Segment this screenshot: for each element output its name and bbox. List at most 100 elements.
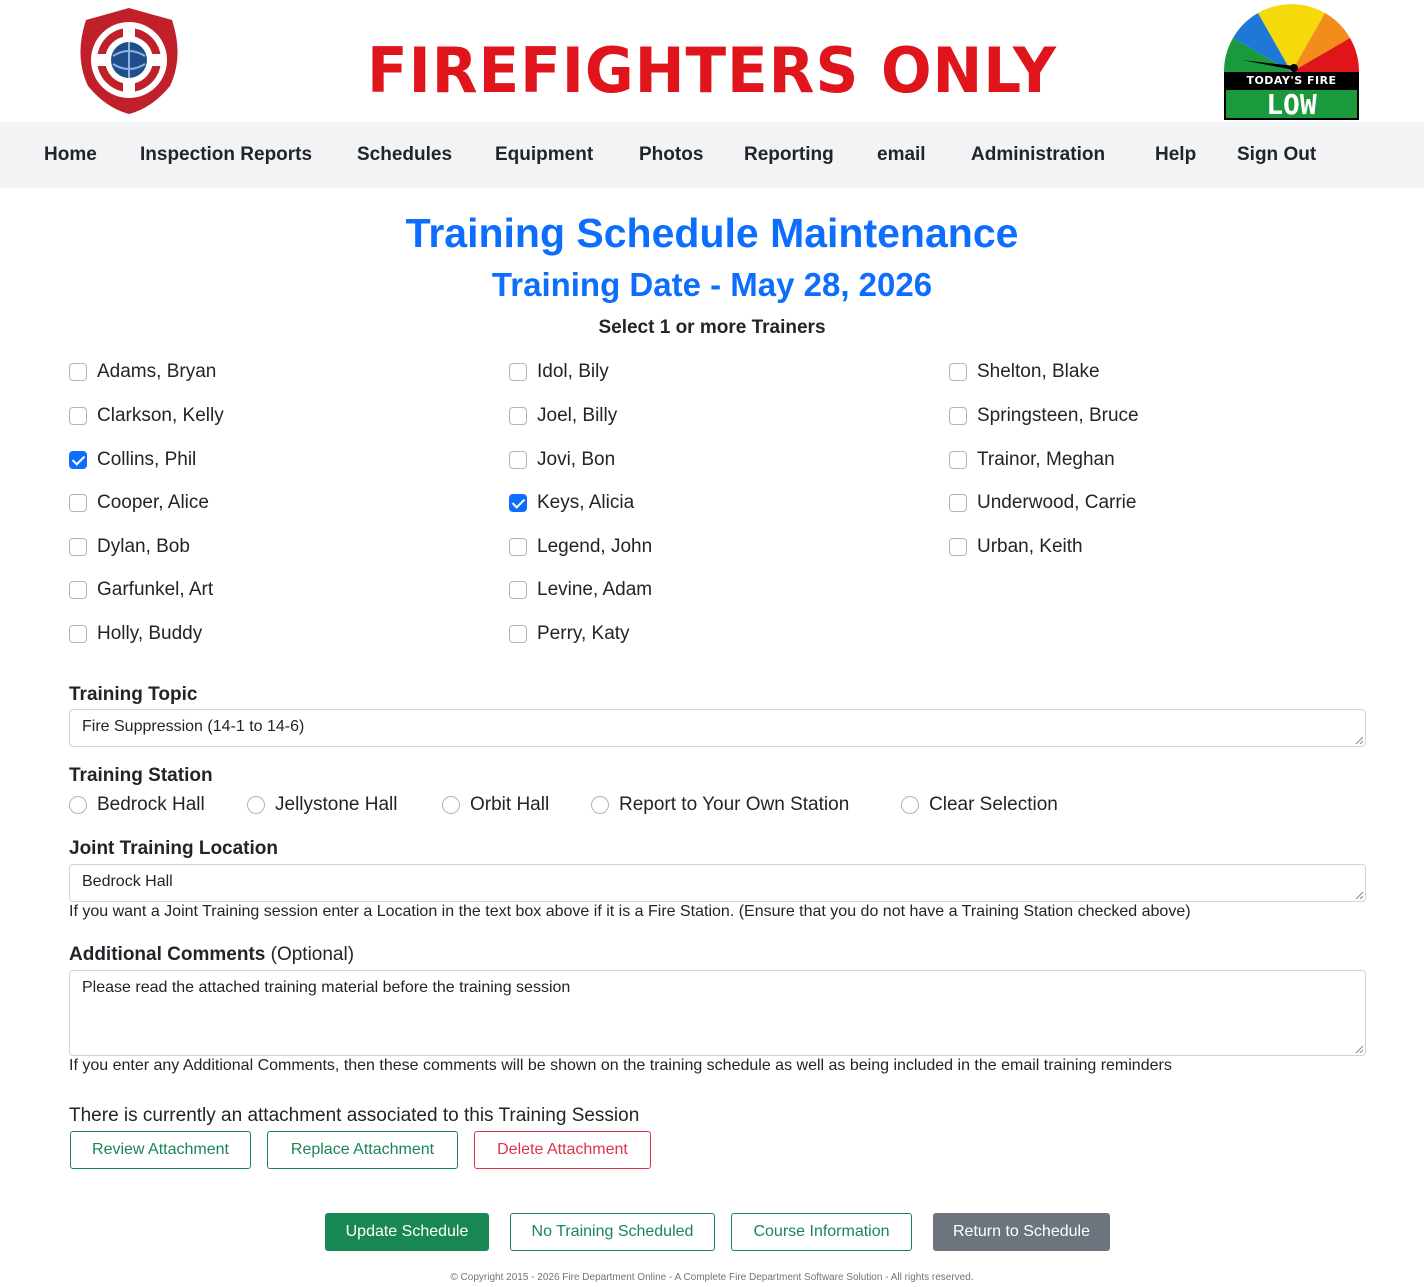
- trainer-name: Legend, John: [537, 536, 653, 557]
- replace-attachment-button[interactable]: Replace Attachment: [267, 1131, 458, 1169]
- checkbox[interactable]: [69, 494, 87, 512]
- trainer-checkbox-item[interactable]: Collins, Phil: [69, 445, 196, 475]
- trainer-checkbox-item[interactable]: Levine, Adam: [509, 575, 652, 605]
- station-option-label: Report to Your Own Station: [619, 794, 850, 815]
- joint-training-location-label: Joint Training Location: [69, 838, 278, 859]
- checkbox[interactable]: [949, 407, 967, 425]
- checkbox[interactable]: [509, 625, 527, 643]
- trainer-checkbox-item[interactable]: Cooper, Alice: [69, 488, 209, 518]
- joint-training-help-text: If you want a Joint Training session ent…: [69, 903, 1191, 920]
- delete-attachment-button[interactable]: Delete Attachment: [474, 1131, 651, 1169]
- site-header: FIREFIGHTERS ONLY TODAY'S FIRE STATUS LO…: [0, 0, 1424, 122]
- update-schedule-button[interactable]: Update Schedule: [325, 1213, 489, 1251]
- return-to-schedule-button[interactable]: Return to Schedule: [933, 1213, 1110, 1251]
- fire-status-gauge-icon: [1224, 4, 1359, 72]
- trainer-checkbox-item[interactable]: Joel, Billy: [509, 401, 617, 431]
- trainer-checkbox-item[interactable]: Clarkson, Kelly: [69, 401, 224, 431]
- trainer-checkbox-item[interactable]: Urban, Keith: [949, 532, 1083, 562]
- trainer-name: Jovi, Bon: [537, 449, 616, 470]
- review-attachment-button[interactable]: Review Attachment: [70, 1131, 251, 1169]
- station-option-clear-selection[interactable]: Clear Selection: [901, 792, 1058, 818]
- station-option-orbit-hall[interactable]: Orbit Hall: [442, 792, 549, 818]
- checkbox[interactable]: [509, 581, 527, 599]
- trainer-name: Dylan, Bob: [97, 536, 190, 557]
- trainer-name: Levine, Adam: [537, 579, 653, 600]
- nav-administration[interactable]: Administration: [971, 122, 1105, 188]
- trainer-name: Perry, Katy: [537, 623, 630, 644]
- trainer-name: Urban, Keith: [977, 536, 1083, 557]
- radio-button[interactable]: [247, 796, 265, 814]
- site-title: FIREFIGHTERS ONLY: [367, 34, 1057, 107]
- nav-equipment[interactable]: Equipment: [495, 122, 593, 188]
- additional-comments-field[interactable]: Please read the attached training materi…: [69, 970, 1366, 1056]
- resize-grip-icon[interactable]: [1355, 1045, 1363, 1053]
- trainer-checkbox-item[interactable]: Idol, Bily: [509, 357, 609, 387]
- checkbox[interactable]: [509, 407, 527, 425]
- radio-button[interactable]: [442, 796, 460, 814]
- radio-button[interactable]: [69, 796, 87, 814]
- checkbox[interactable]: [949, 538, 967, 556]
- nav-inspection-reports[interactable]: Inspection Reports: [140, 122, 312, 188]
- trainer-name: Springsteen, Bruce: [977, 405, 1139, 426]
- attachment-note: There is currently an attachment associa…: [69, 1105, 640, 1126]
- checkbox[interactable]: [69, 581, 87, 599]
- trainer-name: Keys, Alicia: [537, 492, 635, 513]
- additional-comments-value: Please read the attached training materi…: [82, 979, 571, 996]
- trainer-checkbox-item[interactable]: Perry, Katy: [509, 619, 630, 649]
- course-information-button[interactable]: Course Information: [731, 1213, 912, 1251]
- nav-photos[interactable]: Photos: [639, 122, 703, 188]
- training-topic-field[interactable]: Fire Suppression (14-1 to 14-6): [69, 709, 1366, 747]
- trainer-checkbox-item[interactable]: Jovi, Bon: [509, 445, 615, 475]
- nav-help[interactable]: Help: [1155, 122, 1196, 188]
- checkbox[interactable]: [69, 407, 87, 425]
- fire-status-value: LOW: [1224, 90, 1359, 120]
- checkbox[interactable]: [949, 451, 967, 469]
- trainer-checkbox-item[interactable]: Underwood, Carrie: [949, 488, 1136, 518]
- checkbox[interactable]: [509, 494, 527, 512]
- checkbox[interactable]: [69, 363, 87, 381]
- main-nav: Home Inspection Reports Schedules Equipm…: [0, 122, 1424, 188]
- checkbox[interactable]: [509, 451, 527, 469]
- trainer-checkbox-item[interactable]: Trainor, Meghan: [949, 445, 1115, 475]
- joint-training-location-field[interactable]: Bedrock Hall: [69, 864, 1366, 902]
- station-option-jellystone-hall[interactable]: Jellystone Hall: [247, 792, 398, 818]
- trainer-checkbox-item[interactable]: Adams, Bryan: [69, 357, 216, 387]
- radio-button[interactable]: [591, 796, 609, 814]
- nav-sign-out[interactable]: Sign Out: [1237, 122, 1316, 188]
- station-option-own-station[interactable]: Report to Your Own Station: [591, 792, 849, 818]
- station-option-bedrock-hall[interactable]: Bedrock Hall: [69, 792, 205, 818]
- nav-email[interactable]: email: [877, 122, 926, 188]
- additional-comments-label: Additional Comments (Optional): [69, 944, 354, 966]
- nav-home[interactable]: Home: [44, 122, 97, 188]
- optional-tag: (Optional): [270, 944, 355, 965]
- resize-grip-icon[interactable]: [1355, 891, 1363, 899]
- radio-button[interactable]: [901, 796, 919, 814]
- trainer-checkbox-item[interactable]: Garfunkel, Art: [69, 575, 213, 605]
- nav-schedules[interactable]: Schedules: [357, 122, 452, 188]
- checkbox[interactable]: [69, 451, 87, 469]
- trainer-name: Trainor, Meghan: [977, 449, 1115, 470]
- trainer-checkbox-item[interactable]: Keys, Alicia: [509, 488, 634, 518]
- checkbox[interactable]: [949, 494, 967, 512]
- checkbox[interactable]: [949, 363, 967, 381]
- nav-reporting[interactable]: Reporting: [744, 122, 834, 188]
- trainer-name: Joel, Billy: [537, 405, 618, 426]
- trainer-checkbox-item[interactable]: Legend, John: [509, 532, 652, 562]
- trainer-checkbox-item[interactable]: Shelton, Blake: [949, 357, 1100, 387]
- station-option-label: Bedrock Hall: [97, 794, 205, 815]
- checkbox[interactable]: [69, 538, 87, 556]
- checkbox[interactable]: [509, 363, 527, 381]
- training-topic-label: Training Topic: [69, 684, 198, 705]
- trainer-name: Garfunkel, Art: [97, 579, 214, 600]
- checkbox[interactable]: [69, 625, 87, 643]
- trainer-checkbox-item[interactable]: Holly, Buddy: [69, 619, 202, 649]
- resize-grip-icon[interactable]: [1355, 736, 1363, 744]
- additional-comments-help-text: If you enter any Additional Comments, th…: [69, 1057, 1172, 1074]
- checkbox[interactable]: [509, 538, 527, 556]
- station-option-label: Jellystone Hall: [275, 794, 398, 815]
- trainer-checkbox-item[interactable]: Springsteen, Bruce: [949, 401, 1139, 431]
- trainer-checkbox-item[interactable]: Dylan, Bob: [69, 532, 190, 562]
- no-training-scheduled-button[interactable]: No Training Scheduled: [510, 1213, 715, 1251]
- page-title: Training Schedule Maintenance: [405, 210, 1019, 256]
- station-option-label: Clear Selection: [929, 794, 1058, 815]
